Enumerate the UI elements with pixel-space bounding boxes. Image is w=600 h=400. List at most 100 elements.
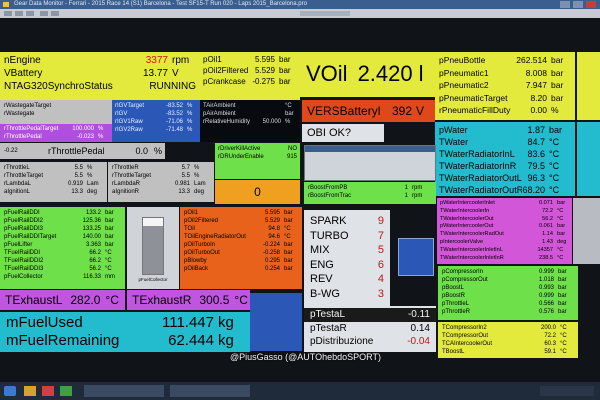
compressor-temp-value: 72.2: [544, 333, 556, 339]
throttle-left-value: 13.3: [71, 189, 83, 195]
water-value: 79.5: [527, 161, 545, 171]
vers-battery-panel: VERSBatteryl 392 V: [302, 100, 435, 122]
test-pressure-row: pTestaR 0.14: [310, 322, 430, 336]
toolbar-stop-icon[interactable]: [51, 11, 59, 16]
oil-temps-label: pOil1: [184, 210, 199, 216]
throttle-pedal-unit: %: [154, 146, 163, 156]
vers-unit: V: [416, 104, 425, 118]
exhaust-left-label: TExhaustL: [5, 293, 63, 307]
fuel-pressure-unit: bar: [105, 210, 114, 216]
fuel-pressure-row: pFuelCollector 116.33 mm: [4, 273, 121, 281]
throttle-right-label: rLambdaR: [112, 181, 141, 187]
oil-temps-unit: bar: [284, 258, 293, 264]
pneumatic-value: 8.20: [530, 92, 547, 103]
water-label: TWaterRadiatorInL: [439, 149, 515, 159]
start-button-icon[interactable]: [4, 386, 16, 396]
engine-state-label: REV: [310, 273, 333, 285]
oil-temps-value: 0.295: [264, 258, 280, 264]
app-icon: [3, 2, 9, 7]
toolbar: [0, 9, 600, 18]
window-title: Gear Data Monitor - Ferrari - 2015 Race …: [14, 1, 307, 7]
compressor-value: 0.999: [538, 269, 554, 275]
oil-temps-row: TOil 94.8 °C: [184, 225, 298, 233]
fuel-pressure-row: pFuelRailDDITarget 140.00 bar: [4, 233, 121, 241]
minimize-button[interactable]: [560, 1, 570, 8]
app-icon-green[interactable]: [60, 386, 72, 396]
intercooler-value: 1.14: [542, 231, 553, 238]
toolbar-play-icon[interactable]: [40, 11, 48, 16]
water-unit: °C: [549, 173, 560, 183]
toolbar-print-icon[interactable]: [26, 11, 34, 16]
intercooler-label: TWaterIntercoolerIn: [440, 207, 490, 214]
fuel-pressure-value: 125.36: [82, 218, 101, 224]
taskbar-app-button[interactable]: [84, 385, 164, 397]
toolbar-save-icon[interactable]: [15, 11, 23, 16]
app-icon-red[interactable]: [42, 386, 54, 396]
fuel-used-value: 62.444: [168, 332, 214, 349]
blue-block: [250, 293, 302, 351]
wastegate-row: rWastegateTarget: [4, 102, 108, 110]
fuel-pressure-label: pFuelRailDDITarget: [4, 234, 57, 240]
compressor-temp-label: TBoostL: [442, 349, 465, 355]
fuel-gauge-fill: [143, 226, 163, 274]
compressor-label: pThrottleR: [442, 309, 471, 315]
oil-temps-row: pOilTurboIn -0.224 bar: [184, 241, 298, 249]
water-unit: °C: [549, 161, 560, 171]
oil-temps-row: pBlowby 0.295 bar: [184, 257, 298, 265]
throttle-right-row: rLambdaR 0.981 Lam: [112, 180, 210, 188]
fuel-pressure-label: TFuelRailDDI3: [4, 266, 44, 272]
close-button[interactable]: [586, 1, 596, 8]
compressor-value: 0.993: [538, 285, 554, 291]
compressor-label: pCompressorIn: [442, 269, 484, 275]
intercooler-label: TWaterIntercoolerRadOut: [440, 231, 504, 238]
oil-temps-row: pOilTurboOut -0.258 bar: [184, 249, 298, 257]
toolbar-field[interactable]: [300, 11, 350, 16]
water-row: pWater 1.87 bar: [439, 124, 571, 136]
toolbar-open-icon[interactable]: [4, 11, 12, 16]
oil-temps-label: pOilTurboOut: [184, 250, 220, 256]
side-button-panel[interactable]: [398, 238, 434, 276]
igv-unit: %: [187, 103, 193, 109]
water-label: TWater: [439, 137, 469, 147]
throttle-right-panel: rThrottleR 5.7% rThrottleTarget 5.5% rLamb…: [108, 162, 214, 202]
engine-state-value: 5: [377, 244, 384, 256]
throttle-left-value: 0.919: [67, 181, 83, 187]
fuel-pressure-row: TFuelRailDDI2 66.2 °C: [4, 257, 121, 265]
folder-icon[interactable]: [24, 386, 36, 396]
vers-label: VERSBatteryl: [307, 104, 381, 118]
wastegate-label: rWastegateTarget: [4, 103, 52, 109]
window-titlebar: Gear Data Monitor - Ferrari - 2015 Race …: [0, 0, 600, 9]
fuel-pressure-unit: °C: [105, 266, 112, 272]
intercooler-edge: [573, 198, 600, 264]
system-tray: [540, 386, 594, 396]
compressor-temp-value: 60.3: [544, 341, 556, 347]
engine-states-panel: SPARK 9 TURBO 7 MIX 5 ENG 6 REV 4 B-WG 3: [304, 210, 390, 306]
exhaust-right-unit: °C: [234, 293, 248, 307]
throttle-right-value: 5.7: [181, 165, 190, 171]
pneumatic-row: pPneumaticTarget 8.20 bar: [439, 92, 571, 105]
water-label: TWaterRadiatorOutR: [439, 185, 523, 195]
fuel-pressure-value: 116.33: [83, 274, 101, 280]
fuel-gauge-label: pFuelCollector: [138, 277, 168, 282]
wastegate-panel: rWastegateTarget rWastegate: [0, 100, 112, 124]
fuel-pressure-row: pFuelLifter 3.363 bar: [4, 241, 121, 249]
engine-state-row: REV 4: [310, 272, 384, 287]
driver-status-row: rDriverKillActive NO: [218, 145, 297, 153]
maximize-button[interactable]: [573, 1, 583, 8]
test-pressure-label: pTestaR: [310, 322, 347, 334]
pneumatic-unit: bar: [551, 67, 564, 78]
intercooler-unit: deg: [557, 238, 567, 245]
intercooler-value: 14357: [537, 246, 553, 253]
test-pressure-row: pTestaL -0.11: [304, 308, 436, 322]
fuel-pressure-unit: °C: [105, 258, 112, 264]
taskbar-app-button[interactable]: [170, 385, 250, 397]
fuel-pressure-value: 66.2: [89, 250, 101, 256]
popup-window[interactable]: [304, 145, 436, 181]
popup-titlebar[interactable]: [305, 146, 435, 152]
fuel-pressure-unit: mm: [105, 274, 115, 280]
oil-temps-value: 5.529: [264, 218, 280, 224]
throttle-left-label: rLambdaL: [4, 181, 32, 187]
oil-temps-value: -0.258: [262, 250, 280, 256]
fuel-pressure-row: TFuelRailDDI3 56.2 °C: [4, 265, 121, 273]
ambient-unit: %: [285, 119, 291, 125]
